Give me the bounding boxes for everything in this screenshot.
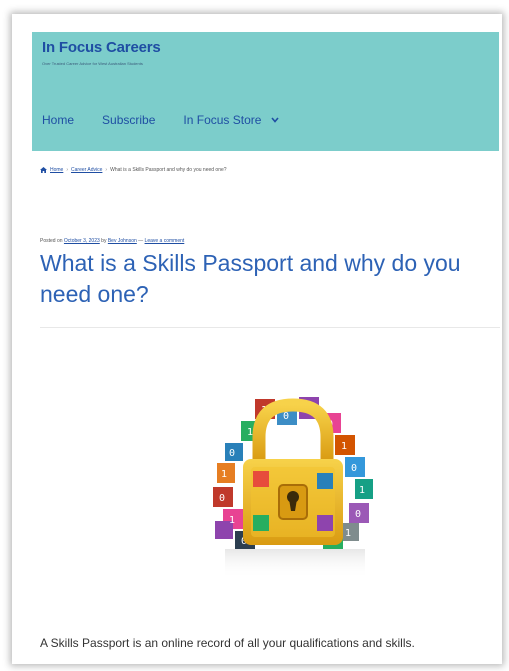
nav-item-in-focus-store[interactable]: In Focus Store bbox=[183, 113, 280, 127]
padlock-binary-cubes-illustration: 101 011 001 100 110 0 bbox=[195, 391, 395, 591]
site-header: In Focus Careers Over Trusted Career Adv… bbox=[32, 32, 499, 151]
breadcrumb-separator: › bbox=[66, 167, 69, 173]
breadcrumb-separator: › bbox=[105, 167, 108, 173]
svg-text:0: 0 bbox=[351, 463, 357, 474]
post-date-link[interactable]: October 3, 2023 bbox=[64, 238, 100, 244]
meta-dash: — bbox=[138, 238, 144, 244]
svg-text:0: 0 bbox=[283, 411, 289, 422]
svg-text:1: 1 bbox=[221, 469, 227, 480]
nav-item-subscribe[interactable]: Subscribe bbox=[102, 113, 155, 127]
svg-text:1: 1 bbox=[229, 515, 235, 526]
site-title[interactable]: In Focus Careers bbox=[42, 39, 161, 56]
chevron-down-icon[interactable] bbox=[271, 115, 280, 125]
post-title: What is a Skills Passport and why do you… bbox=[40, 250, 461, 307]
nav-item-label: Home bbox=[42, 113, 75, 127]
breadcrumb-current: What is a Skills Passport and why do you… bbox=[110, 167, 227, 173]
svg-text:1: 1 bbox=[341, 441, 347, 452]
leave-comment-link[interactable]: Leave a comment bbox=[145, 238, 185, 244]
nav-item-label: Subscribe bbox=[102, 113, 156, 127]
post-meta: Posted on October 3, 2023 by Bev Johnson… bbox=[40, 238, 184, 244]
posted-on-label: Posted on bbox=[40, 238, 63, 244]
home-icon[interactable] bbox=[40, 167, 47, 173]
svg-text:1: 1 bbox=[345, 528, 351, 539]
by-label: by bbox=[101, 238, 107, 244]
site-tagline: Over Trusted Career Advice for West Aust… bbox=[42, 61, 143, 66]
svg-text:1: 1 bbox=[359, 485, 365, 496]
browser-page: In Focus Careers Over Trusted Career Adv… bbox=[12, 14, 502, 664]
svg-text:0: 0 bbox=[229, 448, 235, 459]
title-divider bbox=[40, 327, 500, 328]
breadcrumb-career-advice-link[interactable]: Career Advice bbox=[71, 167, 102, 173]
breadcrumb-home-link[interactable]: Home bbox=[50, 167, 63, 173]
nav-item-home[interactable]: Home bbox=[42, 113, 74, 127]
svg-text:0: 0 bbox=[219, 493, 225, 504]
svg-text:0: 0 bbox=[355, 509, 361, 520]
nav-item-label: In Focus Store bbox=[183, 113, 262, 127]
breadcrumb: Home › Career Advice › What is a Skills … bbox=[40, 167, 227, 173]
post-lead-paragraph: A Skills Passport is an online record of… bbox=[40, 636, 415, 650]
svg-text:1: 1 bbox=[247, 427, 253, 438]
author-link[interactable]: Bev Johnson bbox=[108, 238, 137, 244]
main-nav: Home Subscribe In Focus Store bbox=[42, 113, 307, 127]
